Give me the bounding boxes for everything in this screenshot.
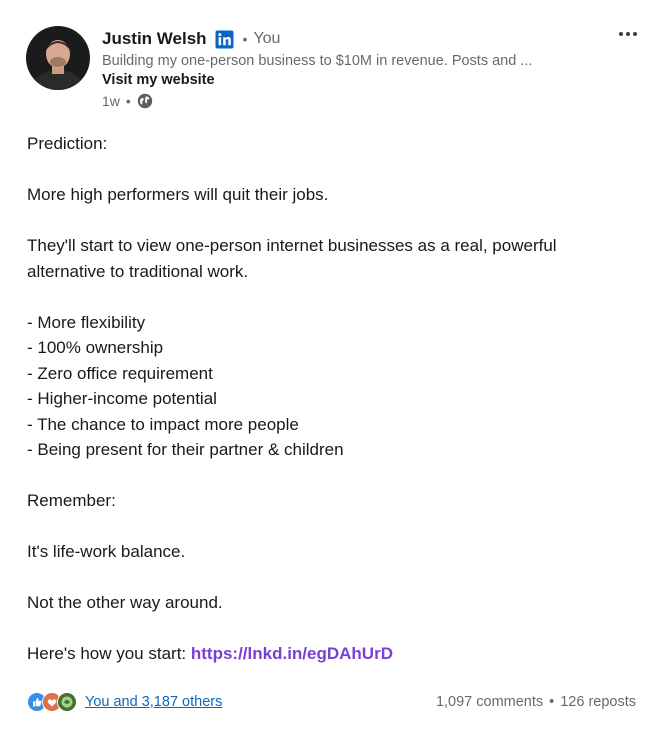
post-cta: Here's how you start: https://lnkd.in/eg… <box>27 641 637 667</box>
author-name-row: Justin Welsh • You <box>102 28 636 50</box>
reactions-count-link[interactable]: You and 3,187 others <box>85 694 222 710</box>
reaction-icons <box>27 692 77 712</box>
separator-dot: • <box>549 694 555 710</box>
post-remember: Remember: <box>27 491 116 510</box>
reactions-summary[interactable]: You and 3,187 others <box>27 692 222 712</box>
post-line-1: More high performers will quit their job… <box>27 185 329 204</box>
author-name[interactable]: Justin Welsh <box>102 29 207 49</box>
cta-link[interactable]: https://lnkd.in/egDAhUrD <box>191 644 393 663</box>
post-body: Prediction: More high performers will qu… <box>27 131 637 667</box>
post-line-2: They'll start to view one-person interne… <box>27 236 557 281</box>
separator-dot: • <box>125 93 131 109</box>
post-meta: 1w • <box>102 93 636 109</box>
cta-text: Here's how you start: <box>27 644 191 663</box>
social-counts: You and 3,187 others 1,097 comments • 126 … <box>27 692 636 712</box>
author-headline: Building my one-person business to $10M … <box>102 53 533 69</box>
visit-website-link[interactable]: Visit my website <box>102 72 215 88</box>
bullet-item: - Zero office requirement <box>27 363 213 383</box>
engagement-counts: 1,097 comments • 126 reposts <box>436 694 636 710</box>
feed-post: Justin Welsh • You Building my one-perso… <box>0 0 666 733</box>
comments-count[interactable]: 1,097 comments <box>436 694 543 710</box>
bullet-item: - Being present for their partner & chil… <box>27 440 344 459</box>
post-intro: Prediction: <box>27 134 108 153</box>
linkedin-icon <box>215 30 234 49</box>
bullet-item: - Higher-income potential <box>27 389 217 408</box>
post-balance: It's life-work balance. <box>27 542 186 561</box>
author-avatar[interactable] <box>26 26 90 90</box>
reposts-count[interactable]: 126 reposts <box>560 694 636 710</box>
post-not-other: Not the other way around. <box>27 593 223 612</box>
more-horizontal-icon <box>619 32 623 36</box>
avatar-photo <box>26 26 90 90</box>
support-icon <box>57 692 77 712</box>
more-options-button[interactable] <box>616 24 640 44</box>
post-time: 1w <box>102 93 120 109</box>
separator-dot: • <box>242 31 248 47</box>
author-relation: You <box>253 30 281 47</box>
post-header: Justin Welsh • You Building my one-perso… <box>102 28 636 109</box>
bullet-item: - 100% ownership <box>27 338 164 357</box>
bullet-item: - The chance to impact more people <box>27 414 299 434</box>
bullet-item: - More flexibility <box>27 312 146 332</box>
globe-icon <box>137 93 153 109</box>
